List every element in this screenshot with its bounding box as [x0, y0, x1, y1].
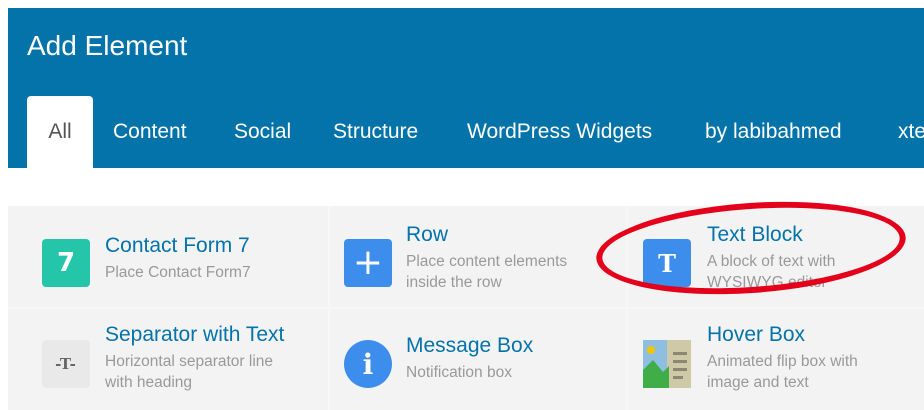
- tab-structure[interactable]: Structure: [333, 96, 418, 168]
- tab-all[interactable]: All: [27, 96, 93, 168]
- element-description: Place content elements inside the row: [406, 253, 568, 291]
- element-name: Row: [406, 223, 449, 246]
- element-text-block[interactable]: T Text Block A block of text with WYSIWY…: [628, 206, 924, 307]
- element-name: Hover Box: [707, 323, 806, 346]
- tab-wordpress-widgets[interactable]: WordPress Widgets: [467, 96, 652, 168]
- plus-icon: +: [344, 239, 392, 287]
- plus-icon-glyph: +: [352, 242, 384, 283]
- element-message-box[interactable]: i Message Box Notification box: [330, 309, 626, 410]
- element-description: A block of text with WYSIWYG editor: [707, 253, 836, 291]
- tab-social[interactable]: Social: [234, 96, 291, 168]
- dialog-title: Add Element: [27, 30, 188, 61]
- separator-text-icon-glyph: -T-: [55, 355, 77, 373]
- element-description: Place Contact Form7: [105, 264, 251, 281]
- tab-by-labibahmed[interactable]: by labibahmed: [705, 96, 842, 168]
- contact-form-7-icon: 7: [42, 239, 90, 287]
- tab-content[interactable]: Content: [113, 96, 187, 168]
- element-separator-with-text[interactable]: -T- Separator with Text Horizontal separ…: [8, 309, 328, 410]
- tab-xte[interactable]: xte: [898, 96, 924, 168]
- element-name: Separator with Text: [105, 323, 285, 346]
- dialog-header: Add Element All Content Social Structure…: [8, 8, 924, 168]
- hover-box-icon-graphic: [643, 340, 691, 388]
- hover-box-icon: [643, 340, 691, 388]
- element-row[interactable]: + Row Place content elements inside the …: [330, 206, 626, 307]
- element-description: Horizontal separator line with heading: [105, 353, 274, 391]
- element-name: Text Block: [707, 223, 803, 246]
- element-grid: 7 Contact Form 7 Place Contact Form7 + R…: [8, 206, 924, 410]
- add-element-dialog: Add Element All Content Social Structure…: [8, 8, 924, 410]
- text-block-icon: T: [643, 239, 691, 287]
- contact-form-7-icon-glyph: 7: [56, 248, 76, 278]
- separator-text-icon: -T-: [42, 340, 90, 388]
- element-description: Animated flip box with image and text: [707, 353, 858, 391]
- element-description: Notification box: [406, 364, 512, 381]
- category-tabs: All Content Social Structure WordPress W…: [8, 96, 924, 168]
- element-name: Message Box: [406, 334, 534, 357]
- element-hover-box[interactable]: Hover Box Animated flip box with image a…: [628, 309, 924, 410]
- element-name: Contact Form 7: [105, 234, 250, 257]
- info-icon-glyph: i: [362, 347, 374, 381]
- info-icon: i: [344, 340, 392, 388]
- element-contact-form-7[interactable]: 7 Contact Form 7 Place Contact Form7: [8, 206, 328, 307]
- text-block-icon-glyph: T: [658, 248, 676, 278]
